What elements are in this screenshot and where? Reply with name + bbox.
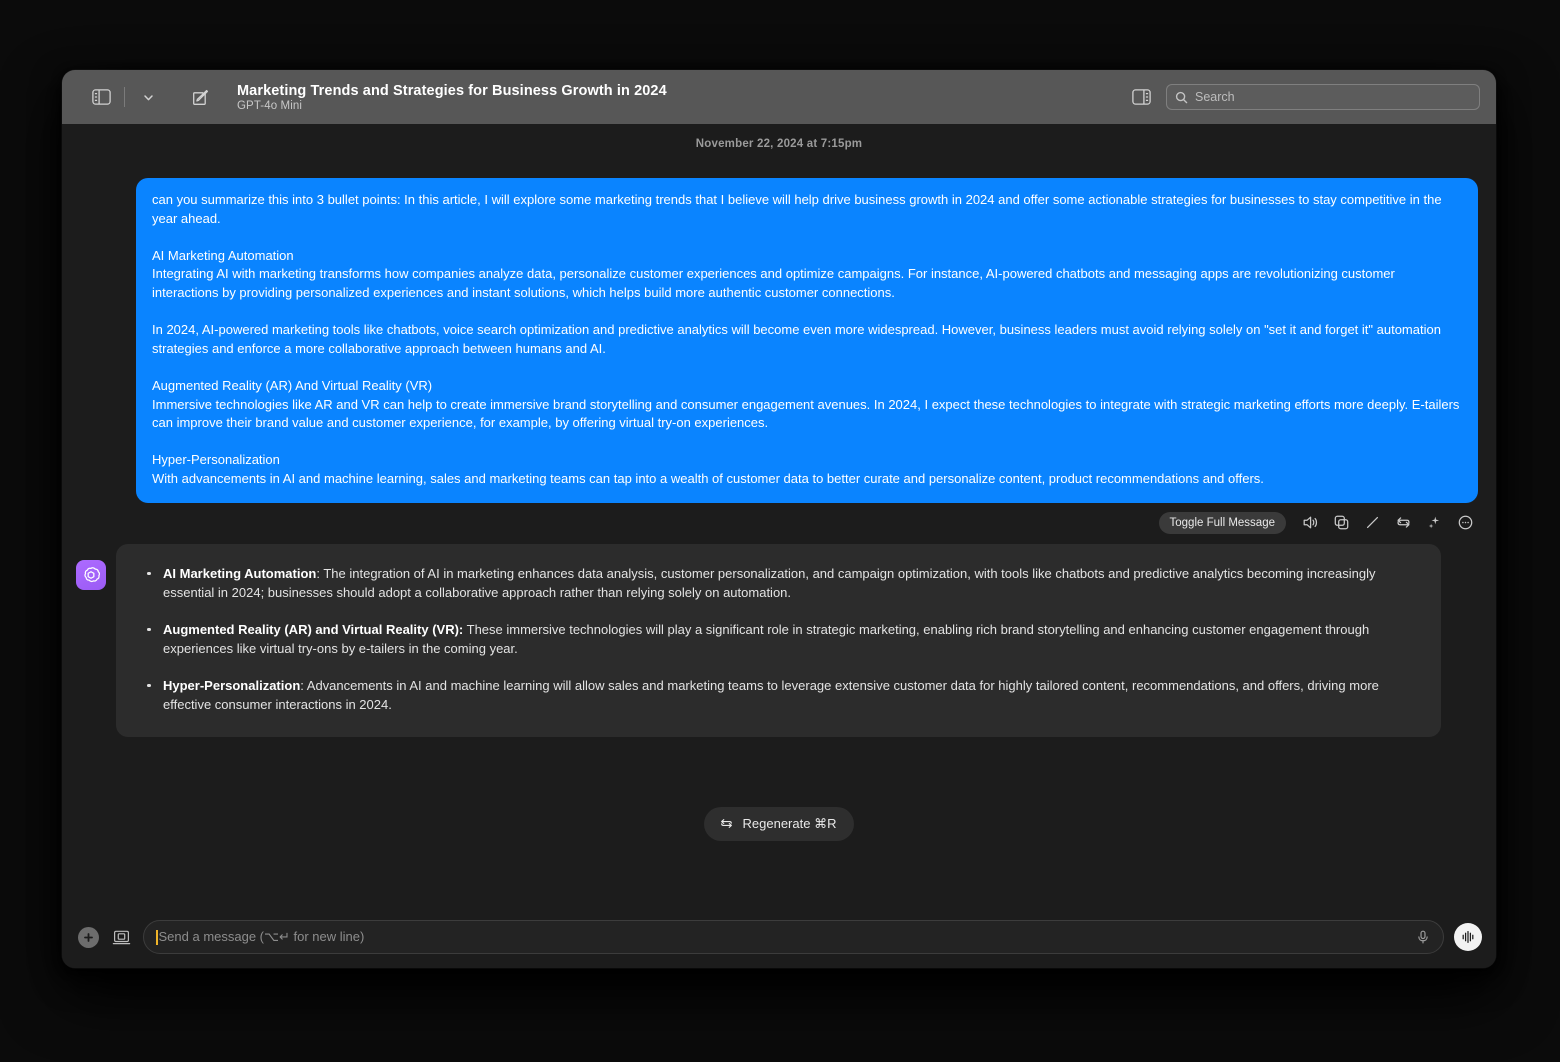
search-input[interactable]: Search [1166, 84, 1480, 110]
user-paragraph: can you summarize this into 3 bullet poi… [152, 192, 1442, 226]
sparkle-icon[interactable] [1425, 514, 1443, 532]
bullet-body: : The integration of AI in marketing enh… [163, 565, 1376, 601]
conversation-timestamp: November 22, 2024 at 7:15pm [695, 138, 863, 150]
titlebar: Marketing Trends and Strategies for Busi… [62, 70, 1496, 124]
user-message-row: can you summarize this into 3 bullet poi… [62, 150, 1496, 503]
bullet-title: Hyper-Personalization [163, 677, 301, 693]
sidebar-left-icon[interactable] [84, 82, 118, 112]
avatar [76, 559, 106, 590]
user-paragraph-heading: AI Marketing Automation [152, 247, 294, 263]
screenshot-icon[interactable] [109, 925, 133, 949]
bullet-title: Augmented Reality (AR) and Virtual Reali… [163, 621, 464, 637]
user-message-bubble[interactable]: can you summarize this into 3 bullet poi… [136, 178, 1478, 503]
titlebar-divider [124, 87, 125, 107]
chevron-down-icon[interactable] [131, 82, 165, 112]
edit-pencil-icon[interactable] [1363, 514, 1381, 532]
message-input-placeholder: Send a message (⌥↵ for new line) [158, 929, 365, 944]
user-paragraph: Immersive technologies like AR and VR ca… [152, 396, 1460, 431]
compose-icon[interactable] [183, 82, 217, 112]
toggle-full-message-button[interactable]: Toggle Full Message [1158, 511, 1286, 534]
voice-wave-icon[interactable] [1454, 923, 1482, 951]
list-item: AI Marketing Automation: The integration… [138, 564, 1417, 603]
retry-icon[interactable] [1394, 514, 1412, 532]
list-item: Hyper-Personalization: Advancements in A… [138, 676, 1417, 715]
sidebar-right-icon[interactable] [1124, 82, 1158, 112]
search-placeholder: Search [1195, 90, 1235, 104]
message-action-bar: Toggle Full Message [62, 503, 1496, 534]
user-paragraph: In 2024, AI-powered marketing tools like… [152, 322, 1441, 356]
search-icon [1175, 91, 1188, 104]
refresh-icon [719, 816, 734, 831]
summary-bullet-list: AI Marketing Automation: The integration… [138, 564, 1417, 715]
bullet-title: AI Marketing Automation [163, 565, 317, 581]
model-label: GPT-4o Mini [237, 99, 303, 112]
composer-bar: Send a message (⌥↵ for new line) [62, 906, 1496, 968]
list-item: Augmented Reality (AR) and Virtual Reali… [138, 620, 1417, 659]
user-paragraph-heading: Hyper-Personalization [152, 452, 280, 468]
app-window: Marketing Trends and Strategies for Busi… [62, 70, 1496, 968]
openai-logo-icon [81, 565, 101, 585]
more-options-icon[interactable] [1456, 514, 1474, 532]
conversation-area: November 22, 2024 at 7:15pm can you summ… [62, 124, 1496, 906]
page-title: Marketing Trends and Strategies for Busi… [237, 82, 667, 99]
regenerate-button[interactable]: Regenerate ⌘R [703, 806, 855, 841]
titlebar-right-controls: Search [1124, 70, 1480, 124]
regenerate-label: Regenerate ⌘R [742, 815, 837, 831]
user-paragraph: Integrating AI with marketing transforms… [152, 266, 1395, 300]
message-input[interactable]: Send a message (⌥↵ for new line) [143, 920, 1444, 954]
user-paragraph-heading: Augmented Reality (AR) And Virtual Reali… [152, 377, 433, 393]
regenerate-row: Regenerate ⌘R [62, 737, 1496, 841]
text-cursor [156, 929, 158, 945]
titlebar-left-controls [84, 82, 217, 112]
titlebar-title-block: Marketing Trends and Strategies for Busi… [237, 83, 667, 112]
copy-icon[interactable] [1332, 514, 1350, 532]
user-paragraph: With advancements in AI and machine lear… [152, 470, 1264, 486]
bullet-body: : Advancements in AI and machine learnin… [163, 677, 1379, 713]
speaker-icon[interactable] [1301, 514, 1319, 532]
microphone-icon[interactable] [1415, 929, 1431, 945]
plus-icon[interactable] [78, 926, 99, 948]
assistant-message-bubble[interactable]: AI Marketing Automation: The integration… [116, 543, 1441, 737]
assistant-message-row: AI Marketing Automation: The integration… [62, 534, 1496, 737]
